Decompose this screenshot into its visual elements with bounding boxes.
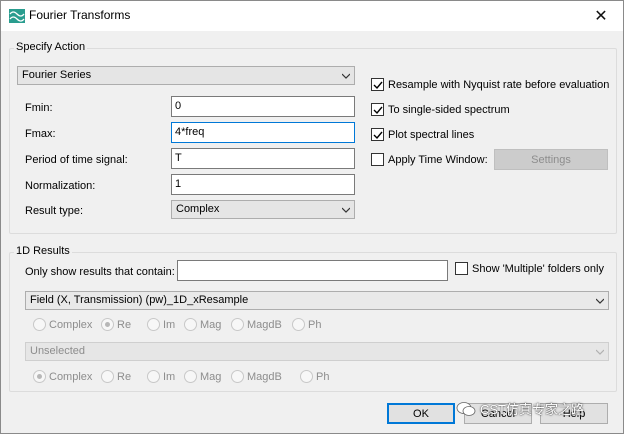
action-select[interactable]: Fourier Series [17,66,355,85]
radio-complex-1[interactable]: Complex [33,318,92,331]
radio-magdb-1[interactable]: MagdB [231,318,282,331]
window-title: Fourier Transforms [29,8,131,22]
radio-icon [147,318,160,331]
fmax-input[interactable]: 4*freq [171,122,355,143]
watermark-text: CST仿真专家之路 [480,402,585,417]
radio-mag-1[interactable]: Mag [184,318,221,331]
ok-button[interactable]: OK [387,403,455,424]
radio-icon [292,318,305,331]
close-icon: ✕ [594,8,608,25]
radio-label: MagdB [247,318,282,331]
spectral-lines-checkbox[interactable]: Plot spectral lines [371,128,474,141]
period-input[interactable]: T [171,148,355,169]
time-window-checkbox[interactable]: Apply Time Window: [371,153,488,166]
radio-im-2[interactable]: Im [147,370,175,383]
radio-label: MagdB [247,370,282,383]
radio-mag-2[interactable]: Mag [184,370,221,383]
radio-icon [231,370,244,383]
time-window-label: Apply Time Window: [388,153,488,166]
radio-label: Re [117,318,132,331]
radio-ph-1[interactable]: Ph [292,318,321,331]
result-select-2[interactable]: Unselected [25,342,609,361]
radio-complex-2[interactable]: Complex [33,370,92,383]
show-multiple-checkbox[interactable]: Show 'Multiple' folders only [455,262,604,275]
chevron-down-icon [596,298,604,304]
checkmark-icon [371,128,384,141]
resample-label: Resample with Nyquist rate before evalua… [388,78,610,91]
radio-icon [101,370,114,383]
chevron-down-icon [342,73,350,79]
radio-im-1[interactable]: Im [147,318,175,331]
filter-label: Only show results that contain: [25,266,175,278]
empty-checkbox-icon [371,153,384,166]
watermark: CST仿真专家之路 [456,399,584,418]
radio-icon [300,370,313,383]
radio-icon [147,370,160,383]
wechat-icon [456,401,476,416]
radio-icon [33,318,46,331]
result-type-label: Result type: [25,205,84,217]
resample-checkbox[interactable]: Resample with Nyquist rate before evalua… [371,78,609,91]
fourier-transforms-dialog: Fourier Transforms ✕ Specify Action Four… [0,0,624,434]
radio-label: Ph [316,370,330,383]
radio-label: Mag [200,318,222,331]
result-type-value: Complex [176,203,220,215]
radio-label: Im [163,318,176,331]
radio-icon [184,370,197,383]
fmin-input[interactable]: 0 [171,96,355,117]
period-label: Period of time signal: [25,154,128,166]
single-sided-checkbox[interactable]: To single-sided spectrum [371,103,510,116]
radio-re-2[interactable]: Re [101,370,131,383]
radio-label: Im [163,370,176,383]
result-select-1-value: Field (X, Transmission) (pw)_1D_xResampl… [30,294,249,306]
radio-magdb-2[interactable]: MagdB [231,370,282,383]
action-select-value: Fourier Series [22,69,92,81]
radio-ph-2[interactable]: Ph [300,370,329,383]
result-type-select[interactable]: Complex [171,200,355,219]
show-multiple-label: Show 'Multiple' folders only [472,262,604,275]
spectral-lines-label: Plot spectral lines [388,128,475,141]
settings-button[interactable]: Settings [494,149,608,170]
fourier-app-icon [9,9,25,23]
single-sided-label: To single-sided spectrum [388,103,510,116]
fmax-label: Fmax: [25,128,56,140]
title-bar[interactable]: Fourier Transforms ✕ [1,1,623,31]
result-select-2-value: Unselected [30,345,86,357]
filter-input[interactable] [177,260,448,281]
fmin-label: Fmin: [25,102,53,114]
result-select-1[interactable]: Field (X, Transmission) (pw)_1D_xResampl… [25,291,609,310]
radio-selected-icon [33,370,46,383]
radio-icon [184,318,197,331]
radio-selected-icon [101,318,114,331]
radio-label: Re [117,370,132,383]
radio-label: Ph [308,318,322,331]
normalization-input[interactable]: 1 [171,174,355,195]
empty-checkbox-icon [455,262,468,275]
normalization-label: Normalization: [25,180,96,192]
radio-icon [231,318,244,331]
chevron-down-icon [596,349,604,355]
specify-action-label: Specify Action [14,41,88,53]
chevron-down-icon [342,207,350,213]
results-1d-label: 1D Results [14,245,72,257]
radio-label: Mag [200,370,222,383]
radio-label: Complex [49,370,93,383]
radio-label: Complex [49,318,93,331]
checkmark-icon [371,103,384,116]
checkmark-icon [371,78,384,91]
radio-re-1[interactable]: Re [101,318,131,331]
close-button[interactable]: ✕ [579,1,623,31]
